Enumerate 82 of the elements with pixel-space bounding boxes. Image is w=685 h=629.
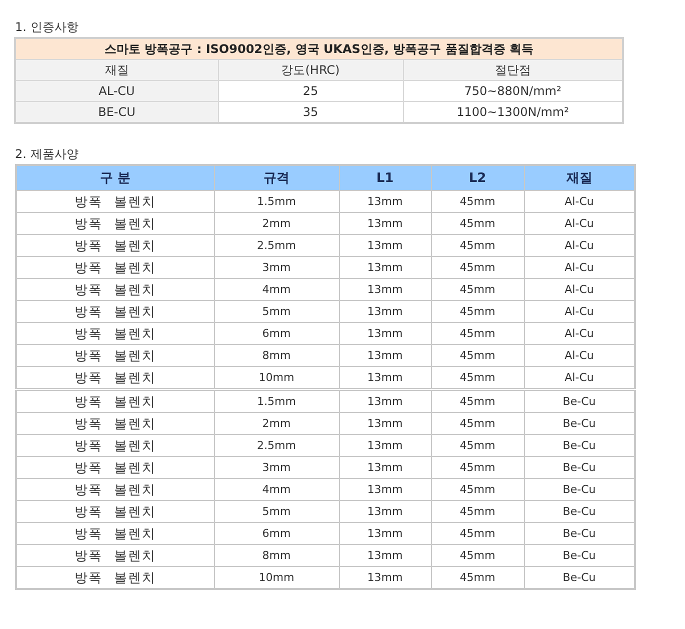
table-cell: 13mm (339, 500, 431, 522)
table-title-cell: 스마토 방폭공구 : ISO9002인증, 영국 UKAS인증, 방폭공구 품질합격증 획득 (15, 38, 623, 60)
table-cell: 13mm (339, 434, 431, 456)
table-cell: 13mm (339, 322, 431, 344)
table-cell: 45mm (431, 544, 524, 566)
column-header: 재질 (524, 165, 635, 190)
table-cell: 45mm (431, 412, 524, 434)
table-cell: 13mm (339, 478, 431, 500)
table-cell: 방폭 볼렌치 (16, 544, 214, 566)
column-header: L1 (339, 165, 431, 190)
table-cell: 13mm (339, 344, 431, 366)
table-cell: 45mm (431, 278, 524, 300)
table-cell: 45mm (431, 434, 524, 456)
table-cell: 4mm (214, 278, 339, 300)
table-cell: 8mm (214, 544, 339, 566)
table-cell: BE-CU (15, 102, 218, 123)
table-cell: 45mm (431, 344, 524, 366)
table-cell: 45mm (431, 390, 524, 412)
table-cell: 방폭 볼렌치 (16, 478, 214, 500)
table-cell: 방폭 볼렌치 (16, 322, 214, 344)
table-cell: 13mm (339, 190, 431, 212)
table-cell: 2mm (214, 212, 339, 234)
column-header: 재질 (15, 60, 218, 80)
table-cell: 45mm (431, 256, 524, 278)
table-cell: 방폭 볼렌치 (16, 256, 214, 278)
table-cell: 45mm (431, 456, 524, 478)
section-heading: 2. 제품사양 (15, 146, 80, 163)
table-cell: 5mm (214, 500, 339, 522)
table-cell: AL-CU (15, 80, 218, 102)
table-cell: 5mm (214, 300, 339, 322)
column-header: 구 분 (16, 165, 214, 190)
column-header: 강도(HRC) (218, 60, 403, 80)
table-cell: 방폭 볼렌치 (16, 212, 214, 234)
section-heading: 1. 인증사항 (15, 19, 80, 36)
table-cell: 13mm (339, 412, 431, 434)
table-cell: 13mm (339, 278, 431, 300)
table-cell: 750~880N/mm² (403, 80, 623, 102)
table-cell: 45mm (431, 500, 524, 522)
table-cell: 방폭 볼렌치 (16, 522, 214, 544)
table-cell: 45mm (431, 190, 524, 212)
table-cell: 3mm (214, 456, 339, 478)
table-cell: 2.5mm (214, 434, 339, 456)
table-cell: 방폭 볼렌치 (16, 434, 214, 456)
table-cell: 1.5mm (214, 390, 339, 412)
table-cell: 13mm (339, 300, 431, 322)
table-cell: 방폭 볼렌치 (16, 412, 214, 434)
table-cell: 13mm (339, 544, 431, 566)
table-cell: 방폭 볼렌치 (16, 500, 214, 522)
table-cell: 2mm (214, 412, 339, 434)
column-header: L2 (431, 165, 524, 190)
table-cell: 35 (218, 102, 403, 123)
table-cell: 13mm (339, 234, 431, 256)
table-cell: 방폭 볼렌치 (16, 344, 214, 366)
table-cell: 45mm (431, 300, 524, 322)
table-cell: 방폭 볼렌치 (16, 190, 214, 212)
table-cell: 45mm (431, 234, 524, 256)
column-header: 절단점 (403, 60, 623, 80)
table-cell: 13mm (339, 390, 431, 412)
table-cell: 6mm (214, 522, 339, 544)
table-cell: 방폭 볼렌치 (16, 300, 214, 322)
table-cell: 13mm (339, 212, 431, 234)
table-cell: 1.5mm (214, 190, 339, 212)
table-cell: 방폭 볼렌치 (16, 234, 214, 256)
column-header: 규격 (214, 165, 339, 190)
table-cell: 45mm (431, 212, 524, 234)
table-cell: 2.5mm (214, 234, 339, 256)
table-cell: 25 (218, 80, 403, 102)
table-cell: 45mm (431, 522, 524, 544)
table-cell: 6mm (214, 322, 339, 344)
table-cell: 4mm (214, 478, 339, 500)
table-cell: 45mm (431, 478, 524, 500)
table-cell: Be-Cu (524, 390, 635, 412)
table-cell: 8mm (214, 344, 339, 366)
table-cell: 1100~1300N/mm² (403, 102, 623, 123)
table-cell: 45mm (431, 322, 524, 344)
table-cell: 방폭 볼렌치 (16, 456, 214, 478)
table-cell: 13mm (339, 456, 431, 478)
table-cell: 13mm (339, 522, 431, 544)
table-cell: 3mm (214, 256, 339, 278)
table-cell: 방폭 볼렌치 (16, 390, 214, 412)
table-cell: 방폭 볼렌치 (16, 278, 214, 300)
table-cell: 13mm (339, 256, 431, 278)
